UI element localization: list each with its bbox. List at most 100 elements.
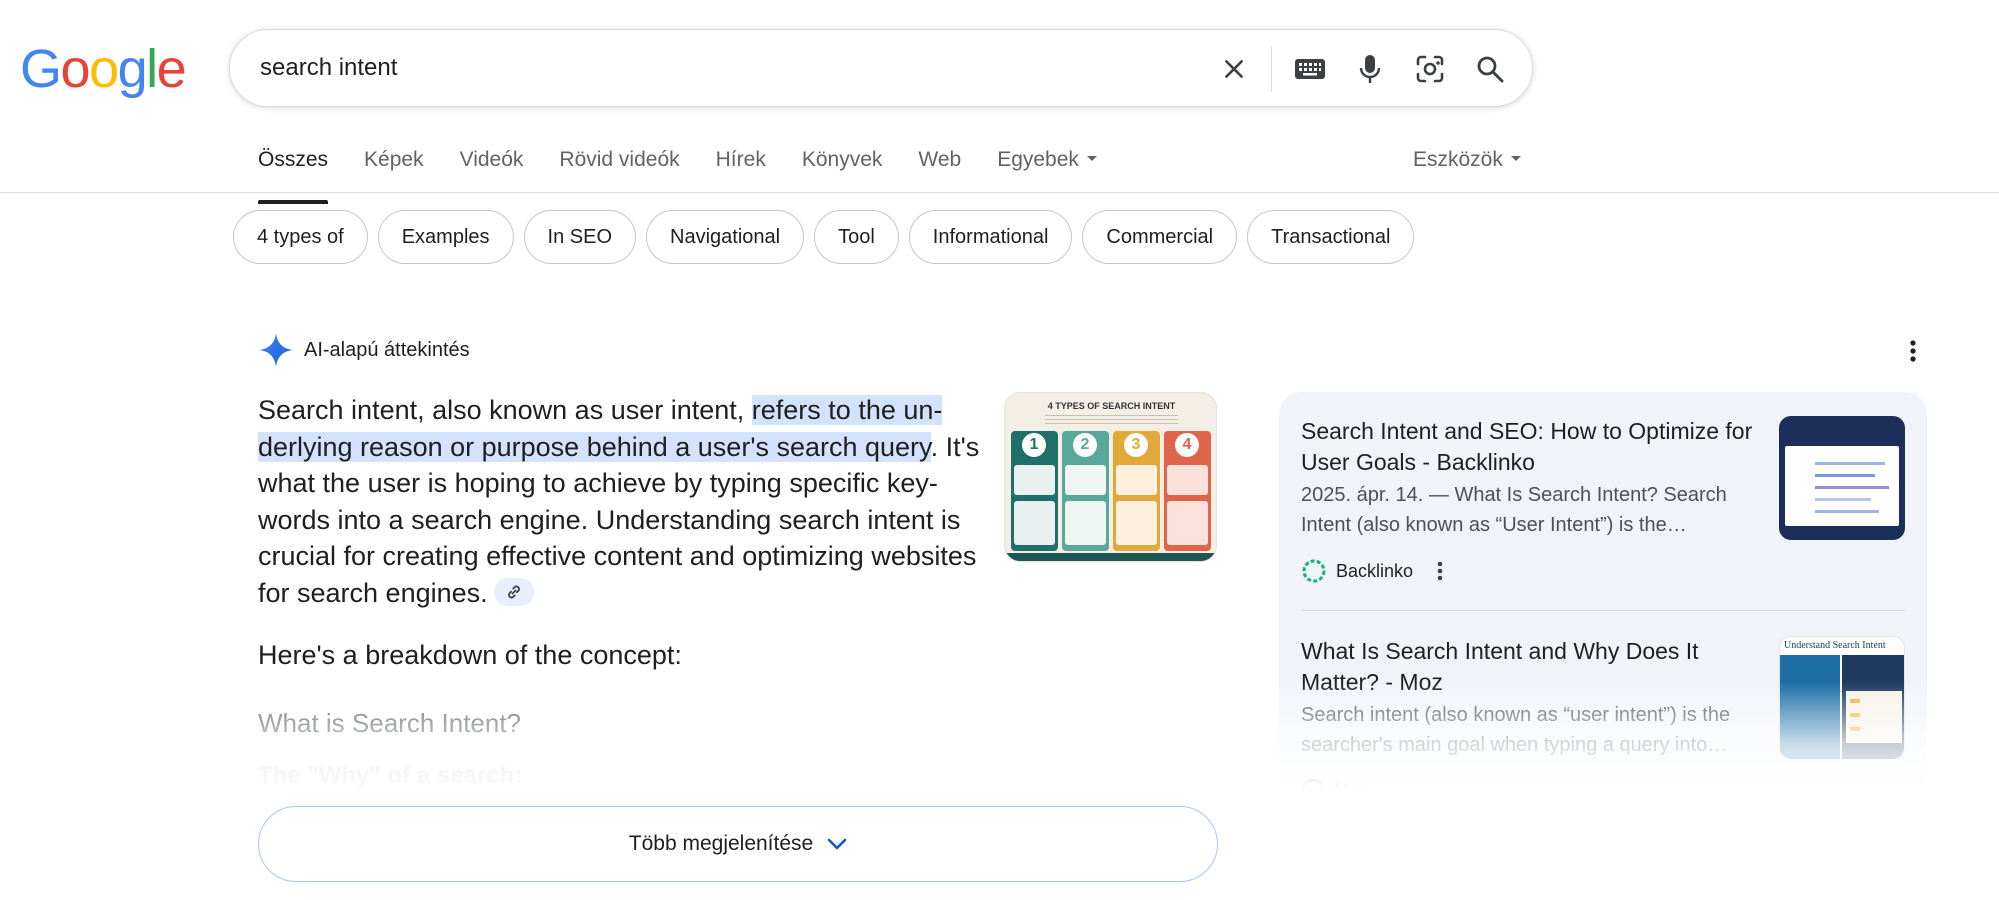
infographic-number: 2: [1073, 433, 1097, 457]
backlinko-logo-icon: [1302, 559, 1326, 583]
chip[interactable]: In SEO: [523, 210, 637, 264]
lens-camera-icon[interactable]: [1410, 49, 1450, 89]
infographic-number: 3: [1124, 433, 1148, 457]
tab-label: Rövid videók: [559, 148, 680, 171]
chevron-down-icon: [827, 838, 847, 850]
source-link-icon[interactable]: [493, 578, 534, 607]
search-divider: [1271, 46, 1272, 92]
ai-text-part: Search intent, also known as user intent…: [258, 395, 752, 425]
caret-down-icon: [1086, 155, 1097, 161]
tab-news[interactable]: Hírek: [716, 138, 766, 192]
source-thumbnail[interactable]: [1779, 416, 1905, 540]
infographic-number: 1: [1022, 433, 1046, 457]
sparkle-icon: [259, 333, 293, 367]
tools-label: Eszközök: [1413, 148, 1503, 171]
infographic-title: 4 TYPES OF SEARCH INTENT: [1047, 401, 1176, 411]
ai-overview-title: AI-alapú áttekintés: [304, 338, 470, 361]
tab-label: Könyvek: [801, 148, 883, 171]
thumb-line: [1815, 498, 1871, 501]
chip[interactable]: Tool: [814, 210, 899, 264]
source-site-name: Backlinko: [1336, 560, 1414, 581]
infographic-footer: [1005, 553, 1216, 561]
thumb-line: [1850, 699, 1860, 703]
search-box: [229, 29, 1533, 107]
source-thumbnail[interactable]: Understand Search Intent: [1779, 636, 1905, 760]
chip[interactable]: Transactional: [1247, 210, 1415, 264]
sources-panel: Search Intent and SEO: How to Optimize f…: [1279, 392, 1927, 792]
infographic-card: [1014, 501, 1055, 545]
thumb-line: [1815, 486, 1889, 489]
tab-label: Web: [918, 148, 962, 171]
thumb-heading: Understand Search Intent: [1784, 640, 1886, 651]
tab-web[interactable]: Web: [918, 138, 961, 192]
logo-letter: o: [89, 39, 119, 99]
tab-images[interactable]: Képek: [364, 138, 424, 192]
source-site-name: Moz: [1334, 779, 1369, 793]
refinement-chips: 4 types of Examples In SEO Navigational …: [233, 210, 1424, 264]
thumb-line: [1815, 462, 1885, 465]
tab-label: Hírek: [715, 148, 766, 171]
source-site[interactable]: Backlinko: [1301, 558, 1443, 584]
tab-all[interactable]: Összes: [258, 138, 329, 204]
logo-letter: g: [117, 39, 148, 99]
sources-divider: [1301, 610, 1905, 611]
thumb-line: [1850, 713, 1860, 717]
tab-more[interactable]: Egyebek: [997, 138, 1097, 192]
search-icon[interactable]: [1470, 49, 1510, 89]
infographic-card: [1065, 501, 1106, 545]
thumb-line: [1815, 510, 1879, 513]
more-options-icon[interactable]: [1437, 561, 1443, 581]
tab-label: Képek: [364, 148, 424, 171]
ai-section-subheading: The "Why" of a search:: [258, 762, 523, 789]
thumb-panel: [1780, 655, 1840, 759]
tab-videos[interactable]: Videók: [460, 138, 524, 192]
source-title[interactable]: Search Intent and SEO: How to Optimize f…: [1301, 416, 1771, 478]
tab-label: Videók: [459, 148, 524, 171]
logo-letter: G: [20, 39, 62, 99]
show-more-label: Több megjelenítése: [628, 832, 814, 855]
thumb-line: [1815, 474, 1875, 477]
breakdown-text: Here's a breakdown of the concept:: [258, 640, 682, 670]
tabs-divider: [0, 192, 1999, 193]
source-snippet: Search intent (also known as “user inten…: [1301, 704, 1731, 756]
logo-letter: e: [156, 39, 187, 99]
ai-overview-header: AI-alapú áttekintés: [258, 332, 470, 368]
clear-icon[interactable]: [1214, 49, 1254, 89]
infographic-card: [1116, 465, 1157, 495]
tools-button[interactable]: Eszközök: [1413, 148, 1521, 172]
source-site[interactable]: Moz: [1301, 778, 1368, 792]
infographic-card: [1167, 465, 1208, 495]
infographic-number: 4: [1175, 433, 1199, 457]
infographic-card: [1065, 465, 1106, 495]
tab-books[interactable]: Könyvek: [802, 138, 883, 192]
google-logo[interactable]: Google: [20, 38, 187, 100]
search-tabs: Összes Képek Videók Rövid videók Hírek K…: [258, 138, 1133, 204]
ai-section-heading: What is Search Intent?: [258, 708, 522, 738]
search-input[interactable]: [260, 30, 1160, 106]
source-snippet: 2025. ápr. 14. — What Is Search Intent? …: [1301, 484, 1727, 536]
caret-down-icon: [1510, 155, 1521, 161]
chip[interactable]: Informational: [908, 210, 1073, 264]
chip[interactable]: 4 types of: [233, 210, 368, 264]
microphone-icon[interactable]: [1350, 49, 1390, 89]
logo-letter: o: [60, 39, 91, 99]
ai-overview-text: Search intent, also known as user intent…: [258, 392, 998, 611]
tab-label: Összes: [258, 148, 329, 171]
infographic-card: [1014, 465, 1055, 495]
chip[interactable]: Commercial: [1082, 210, 1238, 264]
tab-label: Egyebek: [997, 148, 1079, 171]
infographic-card: [1167, 501, 1208, 545]
search-intent-infographic[interactable]: 4 TYPES OF SEARCH INTENT 1 2 3 4: [1004, 392, 1217, 562]
more-options-icon[interactable]: [1900, 334, 1926, 368]
source-title[interactable]: What Is Search Intent and Why Does It Ma…: [1301, 636, 1771, 698]
logo-letter: l: [146, 39, 158, 99]
tab-short-videos[interactable]: Rövid videók: [559, 138, 679, 192]
chip[interactable]: Examples: [377, 210, 514, 264]
show-more-button[interactable]: Több megjelenítése: [258, 806, 1218, 882]
keyboard-icon[interactable]: [1290, 49, 1330, 89]
thumb-line: [1850, 727, 1860, 731]
infographic-subtitle-lines: [1045, 415, 1178, 425]
infographic-card: [1116, 501, 1157, 545]
chip[interactable]: Navigational: [646, 210, 805, 264]
moz-logo-icon: [1302, 779, 1324, 792]
